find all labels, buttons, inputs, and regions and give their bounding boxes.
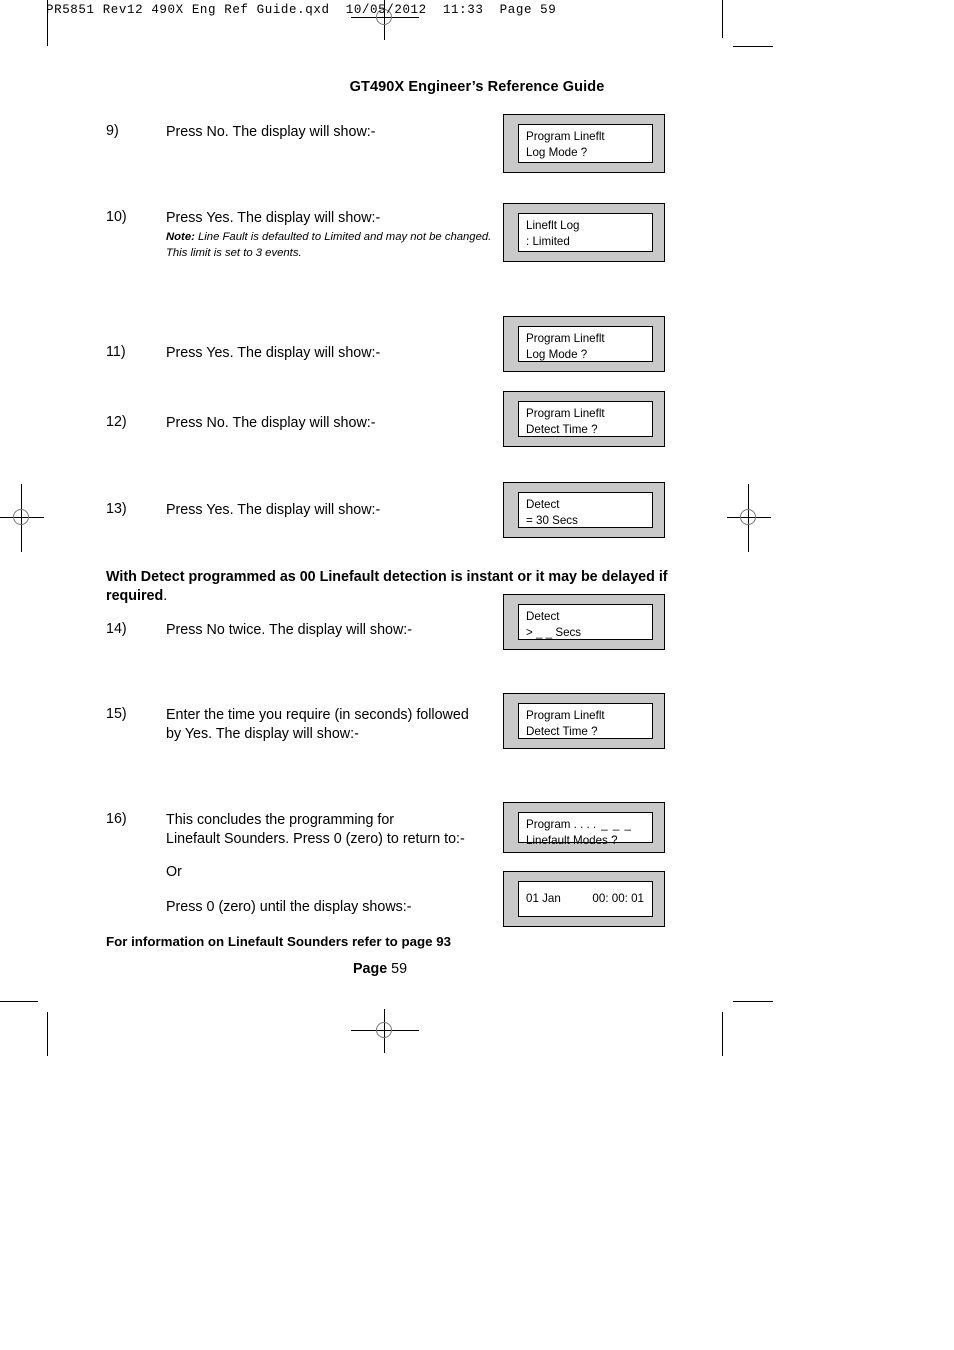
step-text-16-line1: This concludes the programming for (166, 812, 395, 828)
step-text-14: Press No twice. The display will show:- (166, 622, 413, 638)
step-item-10: 10) Press Yes. The display will show:- N… (106, 209, 506, 261)
step-text-16-line2: Linefault Sounders. Press 0 (zero) to re… (166, 831, 465, 847)
lcd-line-2: = 30 Secs (526, 513, 578, 527)
step-text-16: This concludes the programming for Linef… (166, 811, 506, 849)
step-item-12: 12) Press No. The display will show:- (106, 414, 506, 433)
lcd-screen: Lineflt Log : Limited (518, 213, 653, 252)
step-number-16: 16) (106, 811, 127, 827)
lcd-line-1-dashes: _ _ _ (601, 818, 632, 831)
display-clock: 01 Jan 00: 00: 01 (503, 871, 665, 927)
lcd-screen: Program . . . . _ _ _ Linefault Modes ? (518, 812, 653, 847)
lcd-screen: Program Lineflt Detect Time ? (518, 401, 653, 437)
step-number-13: 13) (106, 501, 127, 517)
crop-mark-top-right-horizontal (733, 46, 773, 47)
registration-mark-bottom (351, 1009, 419, 1053)
step-text-15: Enter the time you require (in seconds) … (166, 706, 506, 744)
step-text-13: Press Yes. The display will show:- (166, 502, 381, 518)
lcd-clock-row: 01 Jan 00: 00: 01 (526, 891, 644, 907)
lcd-screen: Program Lineflt Detect Time ? (518, 703, 653, 739)
lcd-line-2: > _ _ Secs (526, 625, 582, 639)
step-note-text2-10: This limit is set to 3 events. (166, 247, 302, 259)
crop-mark-bottom-right-horizontal (733, 1001, 773, 1002)
lcd-screen: Program Lineflt Log Mode ? (518, 124, 653, 163)
lcd-line-1: Program Lineflt (526, 407, 605, 420)
display-program-lineflt-log-mode-2: Program Lineflt Log Mode ? (503, 316, 665, 372)
crop-mark-bottom-left-vertical (47, 1012, 48, 1056)
lcd-line-1: Program Lineflt (526, 130, 605, 143)
lcd-screen: Program Lineflt Log Mode ? (518, 326, 653, 362)
crop-mark-bottom-left-horizontal (0, 1001, 38, 1002)
step-number-9: 9) (106, 123, 119, 139)
lcd-line-1: Detect (526, 610, 560, 623)
step-number-14: 14) (106, 621, 127, 637)
step-text-10: Press Yes. The display will show:- (166, 210, 381, 226)
lcd-line-2: Log Mode ? (526, 145, 588, 159)
lcd-screen: 01 Jan 00: 00: 01 (518, 881, 653, 917)
step-item-13: 13) Press Yes. The display will show:- (106, 501, 506, 520)
lcd-line-1: Program Lineflt (526, 709, 605, 722)
step-number-11: 11) (106, 344, 126, 360)
registration-mark-bottom-circle (376, 1022, 392, 1038)
lcd-clock-time: 00: 00: 01 (592, 892, 644, 906)
crop-mark-top-right-vertical (722, 0, 723, 38)
registration-mark-left (0, 484, 44, 552)
lcd-line-2: Log Mode ? (526, 347, 588, 361)
step-item-14: 14) Press No twice. The display will sho… (106, 621, 506, 640)
step-item-15: 15) Enter the time you require (in secon… (106, 706, 506, 744)
lcd-clock-date: 01 Jan (526, 892, 561, 906)
display-program-lineflt-log-mode-1: Program Lineflt Log Mode ? (503, 114, 665, 173)
page-number: Page 59 (0, 961, 760, 977)
lcd-line-1: Detect (526, 498, 560, 511)
detect-note-line2-tail: . (163, 588, 168, 604)
imposition-slug-line: PR5851 Rev12 490X Eng Ref Guide.qxd 10/0… (46, 3, 557, 17)
page-number-label: Page (352, 961, 388, 977)
lcd-line-1-row: Program . . . . _ _ _ (526, 817, 644, 833)
display-program-lineflt-detect-time-1: Program Lineflt Detect Time ? (503, 391, 665, 447)
page-title: GT490X Engineer’s Reference Guide (349, 79, 605, 95)
step-number-15: 15) (106, 706, 127, 722)
document-page: PR5851 Rev12 490X Eng Ref Guide.qxd 10/0… (0, 0, 954, 1350)
step-text-11: Press Yes. The display will show:- (166, 345, 381, 361)
step-text-9: Press No. The display will show:- (166, 124, 376, 140)
step-text-12: Press No. The display will show:- (166, 415, 376, 431)
step-number-12: 12) (106, 414, 127, 430)
display-program-lineflt-detect-time-2: Program Lineflt Detect Time ? (503, 693, 665, 749)
step-item-16: 16) This concludes the programming for L… (106, 811, 506, 849)
lcd-line-1: Program Lineflt (526, 332, 605, 345)
crop-mark-bottom-right-vertical (722, 1012, 723, 1056)
lcd-line-2: Detect Time ? (526, 422, 598, 436)
lcd-line-2: Detect Time ? (526, 724, 598, 738)
registration-mark-right-circle (740, 509, 756, 525)
page-number-value: 59 (391, 961, 408, 977)
display-detect-blank-secs: Detect > _ _ Secs (503, 594, 665, 650)
step-16-or-text: Or (166, 864, 182, 880)
step-item-11: 11) Press Yes. The display will show:- (106, 344, 506, 363)
lcd-screen: Detect > _ _ Secs (518, 604, 653, 640)
display-program-linefault-modes: Program . . . . _ _ _ Linefault Modes ? (503, 802, 665, 853)
display-detect-30-secs: Detect = 30 Secs (503, 482, 665, 538)
step-text-15-line2: by Yes. The display will show:- (166, 726, 359, 742)
detect-note-line1: With Detect programmed as 00 Linefault d… (106, 569, 655, 585)
step-note-text-10: Line Fault is defaulted to Limited and m… (194, 231, 492, 243)
display-lineflt-log-limited: Lineflt Log : Limited (503, 203, 665, 262)
registration-mark-right (727, 484, 771, 552)
lcd-screen: Detect = 30 Secs (518, 492, 653, 528)
step-note-10: Note: Line Fault is defaulted to Limited… (166, 229, 506, 261)
lcd-line-2: : Limited (526, 234, 570, 248)
step-note-label-10: Note: (166, 231, 195, 243)
step-number-10: 10) (106, 209, 127, 225)
step-item-9: 9) Press No. The display will show:- (106, 123, 506, 142)
lcd-line-1: Lineflt Log (526, 219, 580, 232)
lcd-line-1: Program . . . . (526, 818, 597, 831)
registration-mark-left-circle (13, 509, 29, 525)
lcd-line-2: Linefault Modes ? (526, 833, 618, 847)
step-16-tail-text: Press 0 (zero) until the display shows:- (166, 899, 412, 915)
cross-reference-note: For information on Linefault Sounders re… (106, 934, 452, 949)
step-text-15-line1: Enter the time you require (in seconds) … (166, 707, 469, 723)
